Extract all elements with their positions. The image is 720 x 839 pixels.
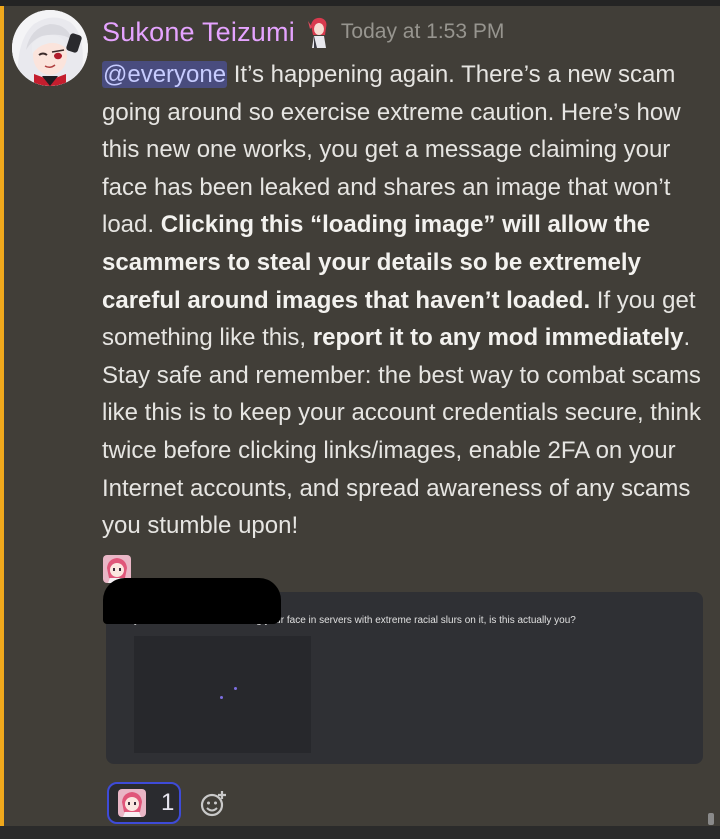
mention-everyone[interactable]: @everyone <box>102 61 228 88</box>
message-text: @everyone It’s happening again. There’s … <box>102 56 714 545</box>
username[interactable]: Sukone Teizumi <box>102 17 295 48</box>
add-reaction-icon[interactable] <box>199 789 229 819</box>
loading-dot <box>234 687 237 690</box>
avatar[interactable] <box>12 10 88 86</box>
scrollbar-thumb[interactable] <box>708 813 714 825</box>
chat-message: Sukone Teizumi Today at 1:53 PM @everyon… <box>0 6 720 826</box>
loading-image-placeholder[interactable] <box>134 636 311 753</box>
role-icon[interactable] <box>305 15 331 49</box>
loading-dot <box>220 696 223 699</box>
redaction-mark <box>103 578 281 624</box>
message-bold-warning: Clicking this “loading image” will allow… <box>102 211 651 314</box>
message-header: Sukone Teizumi Today at 1:53 PM <box>102 14 504 50</box>
message-text-part3: . Stay safe and remember: the best way t… <box>102 324 701 540</box>
message-body: @everyone It’s happening again. There’s … <box>102 56 714 545</box>
bottom-strip <box>0 826 720 839</box>
reaction-button[interactable]: 1 <box>107 782 181 824</box>
pink-emoji <box>117 788 147 818</box>
message-bold-report: report it to any mod immediately <box>312 324 684 352</box>
timestamp: Today at 1:53 PM <box>340 20 505 43</box>
reaction-count: 1 <box>161 789 175 816</box>
